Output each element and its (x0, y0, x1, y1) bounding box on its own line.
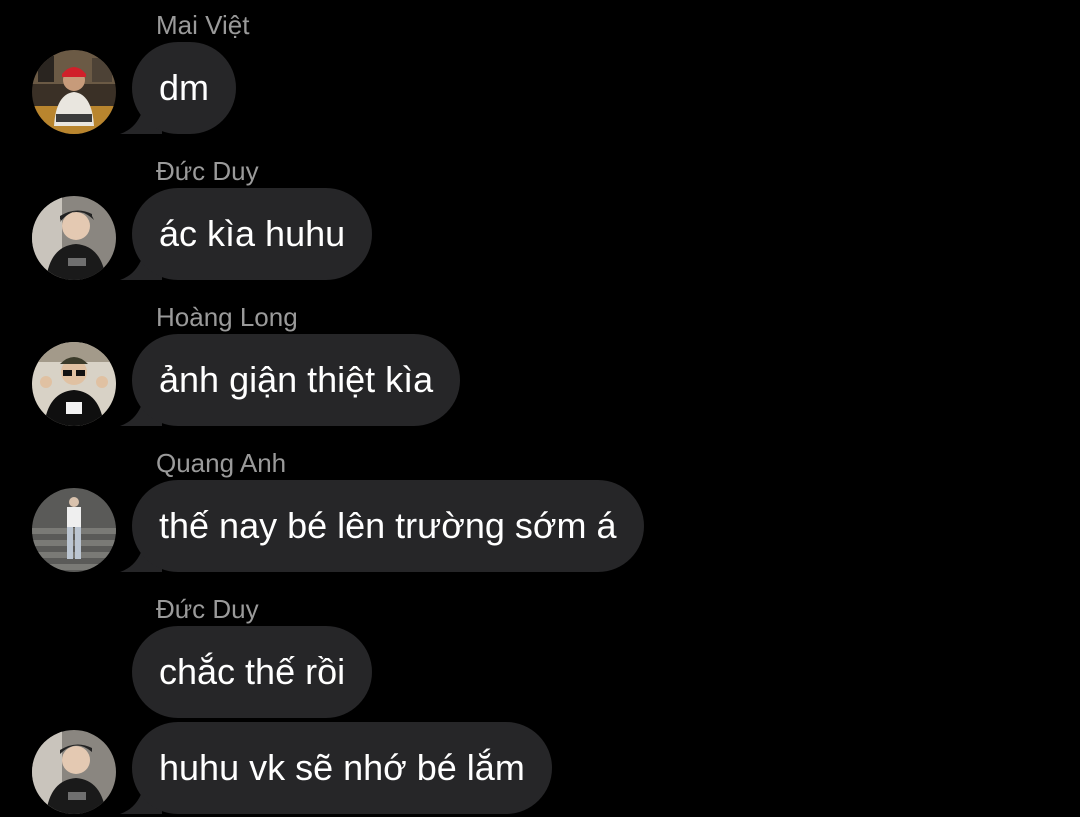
user-photo-icon (32, 50, 116, 134)
sender-name: Hoàng Long (156, 302, 298, 332)
avatar[interactable] (32, 50, 116, 134)
message-text: thế nay bé lên trường sớm á (159, 505, 617, 546)
sender-name: Đức Duy (156, 156, 259, 186)
avatar[interactable] (32, 196, 116, 280)
message-text: huhu vk sẽ nhớ bé lắm (159, 747, 525, 788)
message-bubble[interactable]: dm (132, 42, 237, 134)
message-text: dm (159, 67, 210, 108)
user-photo-icon (32, 730, 116, 814)
user-photo-icon (32, 488, 116, 572)
user-photo-icon (32, 196, 116, 280)
message-text: chắc thế rồi (159, 651, 346, 692)
message-bubble[interactable]: ảnh giận thiệt kìa (132, 334, 461, 426)
avatar[interactable] (32, 730, 116, 814)
message-text: ảnh giận thiệt kìa (159, 359, 434, 400)
sender-name: Đức Duy (156, 594, 259, 624)
message-bubble[interactable]: thế nay bé lên trường sớm á (132, 480, 644, 572)
avatar[interactable] (32, 488, 116, 572)
message-text: ác kìa huhu (159, 213, 346, 254)
sender-name: Quang Anh (156, 448, 287, 478)
chat-thread: Mai Việt dm Đức Duy ác kìa huhu Hoàng Lo… (0, 0, 1080, 817)
message-bubble[interactable]: chắc thế rồi (132, 626, 373, 718)
avatar[interactable] (32, 342, 116, 426)
message-bubble[interactable]: ác kìa huhu (132, 188, 373, 280)
message-bubble[interactable]: huhu vk sẽ nhớ bé lắm (132, 722, 552, 814)
user-photo-icon (32, 342, 116, 426)
sender-name: Mai Việt (156, 10, 250, 40)
